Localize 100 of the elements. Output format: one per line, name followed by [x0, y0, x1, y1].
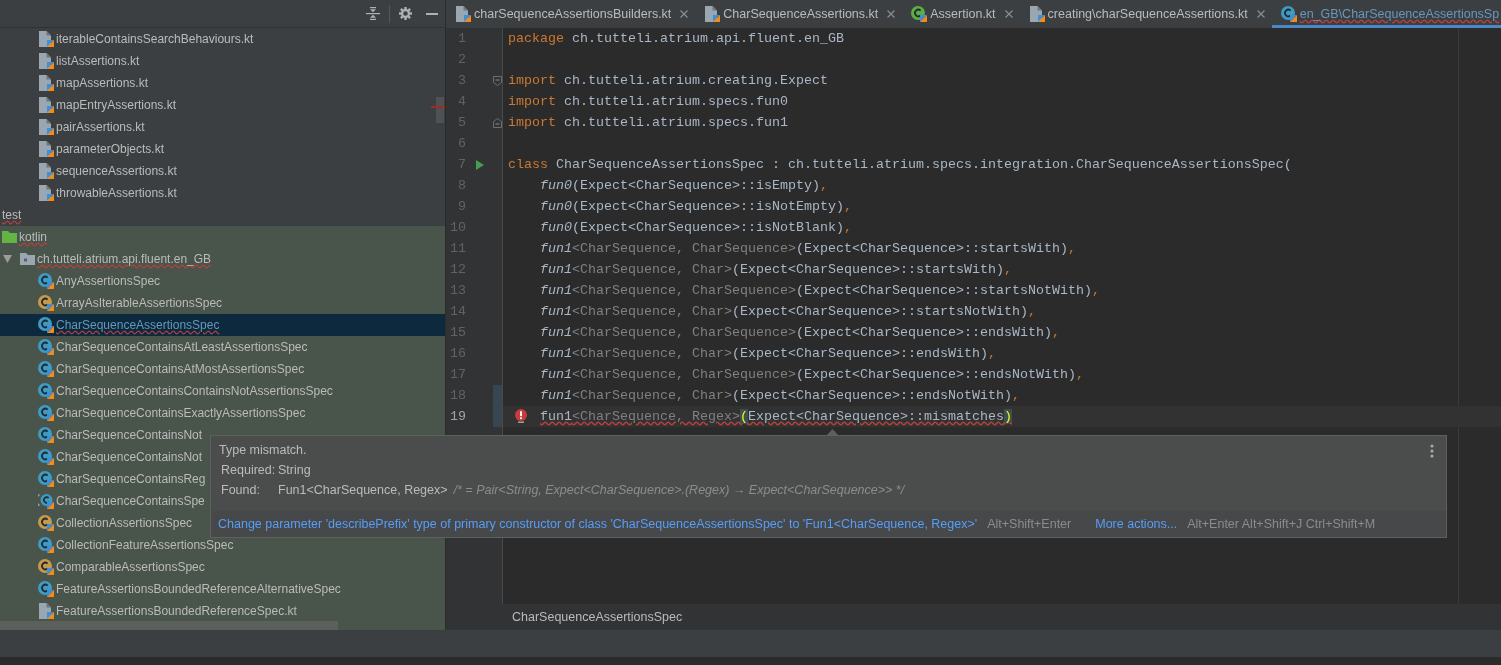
code-line: fun0(Expect<CharSequence>::isNotEmpty),: [540, 197, 852, 216]
tree-item[interactable]: CharSequenceAssertionsSpec: [38, 316, 220, 334]
code-line: fun1<CharSequence, CharSequence>(Expect<CharSequence>::endsWith),: [540, 323, 1060, 342]
tree-item[interactable]: test: [2, 206, 22, 224]
tree-item[interactable]: CharSequenceContainsNot: [38, 426, 203, 444]
class-icon: [38, 405, 54, 421]
action-link[interactable]: More actions...: [1095, 514, 1178, 534]
code-line: fun1<CharSequence, Char>(Expect<CharSequence>::endsNotWith),: [540, 386, 1020, 405]
code-line: fun1<CharSequence, Regex>(Expect<CharSequence>::mismatches): [540, 407, 1012, 426]
field-label: Required:: [221, 461, 277, 479]
caret-down-icon[interactable]: [3, 255, 12, 263]
close-icon[interactable]: [1256, 10, 1265, 18]
scrollbar-thumb[interactable]: [0, 621, 338, 630]
code-line: fun1<CharSequence, Char>(Expect<CharSequence>::startsNotWith),: [540, 302, 1036, 321]
tree-item[interactable]: CharSequenceContainsSpe: [38, 492, 205, 510]
field-value: String: [278, 461, 311, 479]
tree-item[interactable]: ch.tutteli.atrium.api.fluent.en_GB: [20, 250, 212, 268]
class-icon: [38, 317, 54, 333]
editor-tab[interactable]: CharSequenceAssertions.kt: [695, 0, 903, 28]
folder-icon: [2, 231, 17, 243]
file-icon: [38, 75, 54, 91]
close-icon[interactable]: [887, 10, 896, 18]
line-number: 19: [449, 407, 466, 426]
code-line: package ch.tutteli.atrium.api.fluent.en_GB: [508, 29, 844, 48]
tree-item[interactable]: CharSequenceContainsContainsNotAssertionsSpec: [38, 382, 333, 400]
editor-tab[interactable]: charSequenceAssertionsBuilders.kt: [446, 0, 696, 28]
error-stripe-mark: [431, 106, 445, 108]
tree-item[interactable]: pairAssertions.kt: [38, 118, 145, 136]
file-icon: [38, 163, 54, 179]
error-icon[interactable]: [515, 409, 527, 423]
code-line: class CharSequenceAssertionsSpec : ch.tutteli.atrium.specs.integration.CharSequenceAssertionsSpec(: [508, 155, 1292, 174]
settings-icon[interactable]: [399, 7, 412, 20]
class-icon: [38, 493, 54, 509]
collapse-icon[interactable]: [366, 7, 380, 20]
class-icon: [38, 295, 54, 311]
file-icon: [38, 185, 54, 201]
tree-item[interactable]: iterableContainsSearchBehaviours.kt: [38, 30, 254, 48]
tree-item[interactable]: CollectionFeatureAssertionsSpec: [38, 536, 234, 554]
class-icon: [38, 537, 54, 553]
breadcrumb[interactable]: CharSequenceAssertionsSpec: [512, 607, 683, 627]
editor-tab[interactable]: creating\charSequenceAssertions.kt: [1019, 0, 1272, 28]
tree-item[interactable]: sequenceAssertions.kt: [38, 162, 177, 180]
class-icon: [38, 515, 54, 531]
file-icon: [38, 53, 54, 69]
tree-item[interactable]: CharSequenceContainsExactlyAssertionsSpec: [38, 404, 306, 422]
code-line: fun1<CharSequence, CharSequence>(Expect<CharSequence>::startsNotWith),: [540, 281, 1100, 300]
tree-item[interactable]: throwableAssertions.kt: [38, 184, 177, 202]
tree-item[interactable]: AnyAssertionsSpec: [38, 272, 161, 290]
field-label: Found:: [221, 481, 261, 499]
class-icon: [38, 471, 54, 487]
class-icon: [38, 581, 54, 597]
class-icon: [38, 383, 54, 399]
tree-item[interactable]: ComparableAssertionsSpec: [38, 558, 205, 576]
run-icon[interactable]: [476, 159, 484, 170]
file-icon: [38, 31, 54, 47]
field-value: Fun1<CharSequence, Regex>: [278, 481, 448, 499]
class-icon: [38, 427, 54, 443]
fold-icon[interactable]: [493, 75, 502, 86]
tree-item[interactable]: CollectionAssertionsSpec: [38, 514, 193, 532]
tree-item[interactable]: ArrayAsIterableAssertionsSpec: [38, 294, 223, 312]
tree-item[interactable]: CharSequenceContainsAtLeastAssertionsSpec: [38, 338, 308, 356]
class-icon: [38, 339, 54, 355]
more-icon[interactable]: [1430, 444, 1434, 458]
tree-item[interactable]: CharSequenceContainsAtMostAssertionsSpec: [38, 360, 305, 378]
shortcut-hint: Alt+Enter Alt+Shift+J Ctrl+Shift+M: [1187, 515, 1376, 533]
tree-item[interactable]: kotlin: [2, 228, 47, 246]
code-line: fun1<CharSequence, Char>(Expect<CharSequence>::startsWith),: [540, 260, 1012, 279]
class-icon: [911, 6, 928, 22]
class-icon: [1280, 6, 1297, 22]
minimize-icon[interactable]: [426, 12, 438, 15]
editor-tab[interactable]: Assertion.kt: [902, 0, 1020, 28]
shortcut-hint: Alt+Shift+Enter: [987, 515, 1072, 533]
tree-item[interactable]: listAssertions.kt: [38, 52, 140, 70]
file-icon: [38, 97, 54, 113]
class-icon: [38, 449, 54, 465]
tree-item[interactable]: FeatureAssertionsBoundedReferenceSpec.kt: [38, 602, 297, 620]
type-comment: /* = Pair<String, Expect<CharSequence>.(Regex) → Expect<CharSequence>> */: [453, 481, 905, 499]
class-icon: [38, 273, 54, 289]
class-icon: [38, 559, 54, 575]
tree-item[interactable]: parameterObjects.kt: [38, 140, 165, 158]
tree-item[interactable]: FeatureAssertionsBoundedReferenceAlternativeSpec: [38, 580, 341, 598]
code-line: fun0(Expect<CharSequence>::isNotBlank),: [540, 218, 852, 237]
code-line: import ch.tutteli.atrium.specs.fun0: [508, 92, 788, 111]
fold-icon[interactable]: [493, 117, 502, 128]
close-icon[interactable]: [680, 10, 689, 18]
file-icon: [38, 119, 54, 135]
file-icon: [1028, 6, 1045, 22]
code-line: import ch.tutteli.atrium.specs.fun1: [508, 113, 788, 132]
tree-item[interactable]: mapAssertions.kt: [38, 74, 149, 92]
tooltip-title: Type mismatch.: [219, 441, 307, 459]
action-link[interactable]: Change parameter 'describePrefix' type of primary constructor of class 'CharSequenceAssertionsSpec' to 'Fun1<CharSequence, Regex>': [218, 514, 978, 534]
close-icon[interactable]: [1004, 10, 1013, 18]
tree-item[interactable]: CharSequenceContainsReg: [38, 470, 206, 488]
tree-item[interactable]: mapEntryAssertions.kt: [38, 96, 177, 114]
code-line: fun1<CharSequence, CharSequence>(Expect<CharSequence>::endsNotWith),: [540, 365, 1084, 384]
file-icon: [38, 141, 54, 157]
scrollbar-thumb[interactable]: [436, 97, 444, 123]
folder-icon: [20, 253, 35, 265]
tree-item[interactable]: CharSequenceContainsNot: [38, 448, 203, 466]
code-line: fun0(Expect<CharSequence>::isEmpty),: [540, 176, 828, 195]
